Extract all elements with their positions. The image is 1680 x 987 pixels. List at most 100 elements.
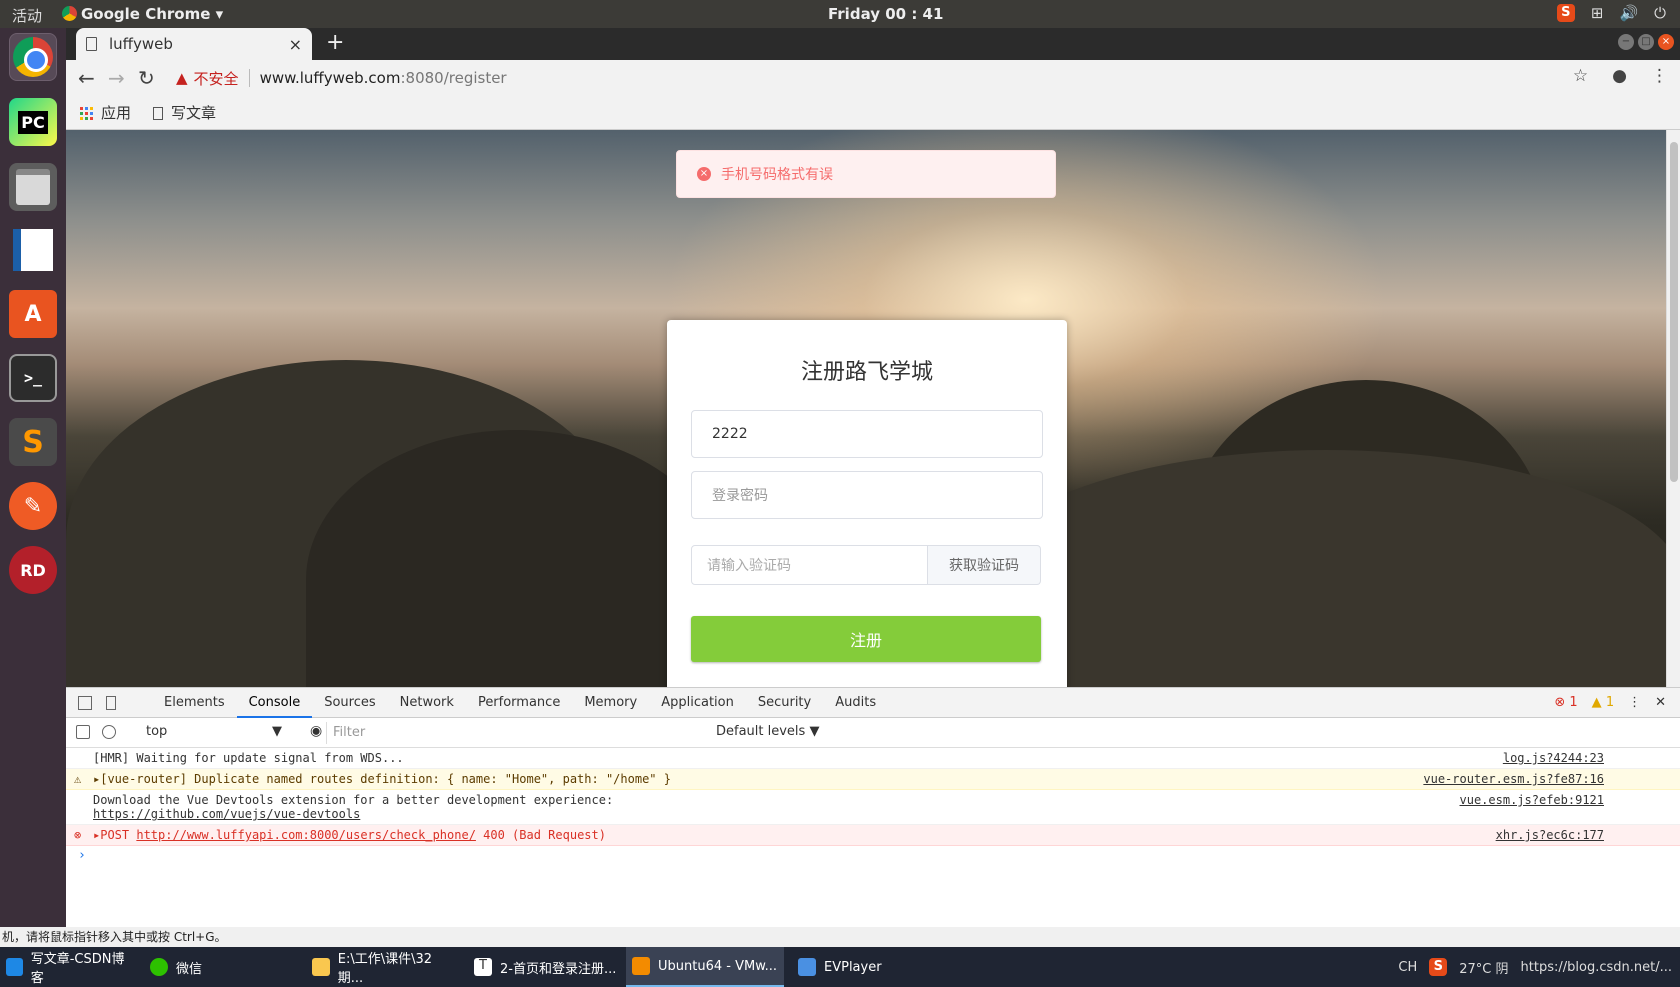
bookmark-star-icon[interactable]: ☆ [1573, 66, 1588, 86]
toolbar-actions: ☆ ● ⋮ [1573, 66, 1668, 86]
devtools-tab-application[interactable]: Application [649, 688, 746, 718]
devtools-tab-bar: Elements Console Sources Network Performance… [66, 688, 1680, 718]
sidebar-toggle-icon[interactable] [76, 725, 90, 739]
context-selector[interactable]: top ▼ [146, 724, 282, 739]
address-bar[interactable]: ▲ 不安全 www.luffyweb.com:8080/register [176, 64, 1596, 92]
devtools-tab-performance[interactable]: Performance [466, 688, 572, 718]
clock[interactable]: Friday 00 : 41 [828, 5, 943, 23]
taskbar-item-wechat[interactable]: 微信 [144, 947, 294, 987]
password-placeholder: 登录密码 [712, 488, 768, 504]
back-icon[interactable]: ← [78, 66, 95, 90]
register-button[interactable]: 注册 [691, 616, 1041, 662]
omnibox-divider [248, 69, 250, 87]
taskbar-item-label: 写文章-CSDN博客 [30, 952, 125, 986]
apps-grid-icon [80, 107, 93, 120]
taskbar-item-csdn[interactable]: 写文章-CSDN博客 [0, 947, 130, 987]
console-source-link[interactable]: vue-router.esm.js?fe87:16 [1423, 772, 1604, 786]
writer-launcher-icon[interactable] [9, 226, 57, 274]
sogou-icon[interactable]: S [1429, 958, 1448, 976]
warning-count-badge[interactable]: ▲ 1 [1592, 695, 1614, 710]
warning-icon[interactable]: ▲ [176, 69, 188, 87]
log-levels-dropdown[interactable]: Default levels ▼ [716, 724, 819, 739]
sogou-icon[interactable]: S [1556, 4, 1575, 22]
register-card: 注册路飞学城 2222 登录密码 请输入验证码 获取验证码 注册 [667, 320, 1067, 687]
scrollbar-thumb[interactable] [1670, 142, 1678, 482]
network-icon[interactable]: ⊞ [1591, 4, 1604, 22]
console-filter-input[interactable]: Filter [326, 722, 696, 744]
console-error-link[interactable]: http://www.luffyapi.com:8000/users/check… [136, 828, 476, 842]
weather-label[interactable]: 27°C 阴 [1459, 958, 1508, 977]
error-count-badge[interactable]: ⊗ 1 [1554, 695, 1577, 710]
ime-indicator[interactable]: CH [1398, 960, 1417, 975]
launcher-dock: PC A >_ S ✎ RD [0, 28, 66, 928]
vmware-icon [632, 957, 650, 975]
page-scrollbar[interactable] [1666, 130, 1680, 687]
inspect-element-icon[interactable] [78, 695, 92, 710]
pycharm-launcher-icon[interactable]: PC [9, 98, 57, 146]
console-source-link[interactable]: vue.esm.js?efeb:9121 [1460, 793, 1605, 807]
store-label: A [24, 301, 42, 327]
clear-console-icon[interactable] [102, 725, 116, 739]
devtools-tab-memory[interactable]: Memory [572, 688, 649, 718]
bookmark-item[interactable]: 写文章 [153, 102, 216, 123]
reload-icon[interactable]: ↻ [138, 66, 155, 90]
maximize-button[interactable]: □ [1638, 34, 1654, 50]
console-source-link[interactable]: xhr.js?ec6c:177 [1496, 828, 1604, 842]
devtools-close-icon[interactable]: ✕ [1655, 695, 1666, 710]
taskbar-item-typora[interactable]: T 2-首页和登录注册... [468, 947, 618, 987]
get-code-button[interactable]: 获取验证码 [928, 545, 1041, 585]
console-source-link[interactable]: log.js?4244:23 [1503, 751, 1604, 765]
apps-bookmark[interactable]: 应用 [80, 102, 131, 123]
taskbar-item-vmware[interactable]: Ubuntu64 - VMw... [626, 947, 784, 987]
close-window-button[interactable]: × [1658, 34, 1674, 50]
console-prompt[interactable]: › [66, 846, 1680, 865]
taskbar-item-evplayer[interactable]: EVPlayer [792, 947, 942, 987]
devtools-tab-console[interactable]: Console [236, 688, 313, 718]
devtools-tab-elements[interactable]: Elements [152, 688, 237, 718]
sms-code-input[interactable]: 请输入验证码 [691, 545, 928, 585]
taskbar-item-explorer[interactable]: E:\工作\课件\32期... [306, 947, 456, 987]
power-icon[interactable]: ⏻ [1654, 4, 1666, 22]
terminal-launcher-icon[interactable]: >_ [9, 354, 57, 402]
devtools-panel: Elements Console Sources Network Performance… [66, 687, 1680, 927]
minimize-button[interactable]: − [1618, 34, 1634, 50]
host-taskbar: 写文章-CSDN博客 微信 E:\工作\课件\32期... T 2-首页和登录注册… [0, 947, 1680, 987]
devtools-tab-audits[interactable]: Audits [823, 688, 888, 718]
chrome-launcher-icon[interactable] [9, 33, 57, 81]
app-menu[interactable]: Google Chrome ▾ [62, 5, 223, 23]
devtools-tab-security[interactable]: Security [746, 688, 823, 718]
activities-button[interactable]: 活动 [12, 5, 42, 26]
devtools-menu-icon[interactable]: ⋮ [1628, 695, 1641, 710]
more-menu-icon[interactable]: ⋮ [1651, 66, 1668, 86]
tab-strip: luffyweb × + − □ × [66, 28, 1680, 60]
console-log-list: [HMR] Waiting for update signal from WDS… [66, 748, 1680, 865]
devtools-tab-network[interactable]: Network [388, 688, 466, 718]
sublime-launcher-icon[interactable]: S [9, 418, 57, 466]
url-host: www.luffyweb.com [259, 69, 401, 87]
profile-icon[interactable]: ● [1612, 66, 1627, 86]
console-message-text: Download the Vue Devtools extension for … [93, 793, 614, 807]
redis-desktop-launcher-icon[interactable]: RD [9, 546, 57, 594]
browser-tab[interactable]: luffyweb × [76, 28, 312, 60]
console-error-prefix[interactable]: ▸POST [93, 828, 136, 842]
files-launcher-icon[interactable] [9, 163, 57, 211]
phone-input[interactable]: 2222 [691, 410, 1043, 458]
browser-window: luffyweb × + − □ × ← → ↻ ▲ 不安全 www.luffy… [66, 28, 1680, 927]
postman-launcher-icon[interactable]: ✎ [9, 482, 57, 530]
error-message-text: 手机号码格式有误 [721, 167, 833, 183]
console-message-text[interactable]: ▸[vue-router] Duplicate named routes def… [93, 772, 671, 786]
bookmark-label: 写文章 [171, 104, 217, 122]
device-toolbar-icon[interactable] [106, 695, 116, 710]
console-link[interactable]: https://github.com/vuejs/vue-devtools [93, 807, 360, 821]
volume-icon[interactable]: 🔊 [1619, 4, 1638, 22]
new-tab-button[interactable]: + [326, 32, 344, 54]
insecure-label[interactable]: 不安全 [194, 68, 239, 89]
console-message: Download the Vue Devtools extension for … [66, 790, 1680, 825]
forward-icon[interactable]: → [108, 66, 125, 90]
password-input[interactable]: 登录密码 [691, 471, 1043, 519]
software-store-launcher-icon[interactable]: A [9, 290, 57, 338]
live-expression-eye-icon[interactable]: ◉ [310, 723, 322, 739]
tab-close-icon[interactable]: × [289, 35, 302, 54]
devtools-tab-sources[interactable]: Sources [312, 688, 387, 718]
devtools-tabs: Elements Console Sources Network Performance… [152, 688, 888, 718]
